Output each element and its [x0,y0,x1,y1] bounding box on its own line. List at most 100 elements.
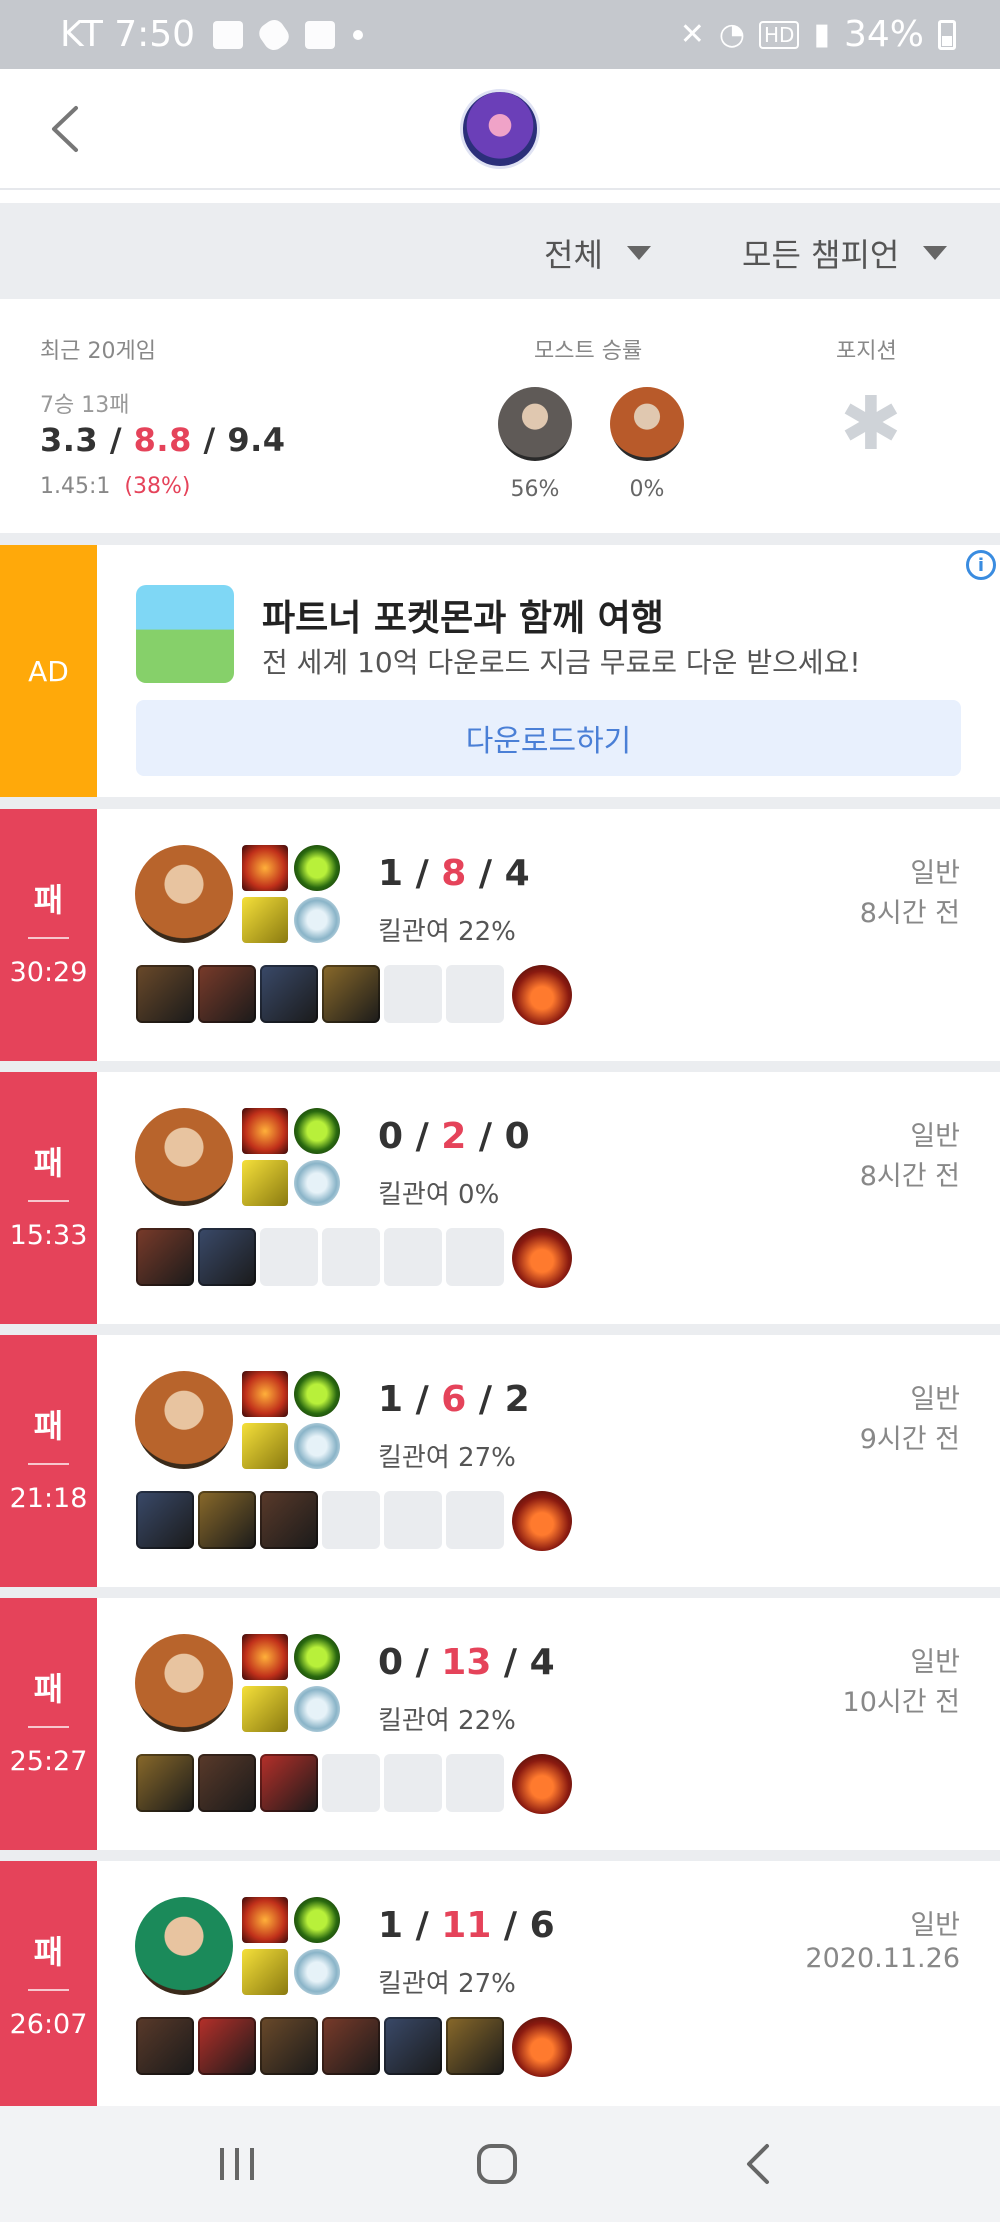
item-slot[interactable] [322,1228,380,1286]
champion-icon[interactable] [135,1108,233,1206]
match-kda: 1 / 11 / 6 [378,1905,555,1946]
item-slot[interactable] [384,1754,442,1812]
recent-apps-button[interactable] [207,2134,267,2194]
match-duration: 15:33 [9,1220,88,1251]
kill-participation: 킬관여 22% [378,1706,516,1736]
divider [0,1324,1000,1335]
home-icon [477,2144,517,2184]
champion-filter-dropdown[interactable]: 모든 챔피언 [742,230,948,276]
item-slot[interactable] [198,1491,256,1549]
item-slot[interactable] [446,2017,504,2075]
item-slot[interactable] [260,1491,318,1549]
champion-icon[interactable] [135,1897,233,1995]
divider [0,1587,1000,1598]
trinket-icon[interactable] [512,1754,572,1814]
system-back-button[interactable] [728,2134,788,2194]
kda-deaths: 8.8 [133,421,192,459]
winrate-value: (38%) [124,474,191,499]
item-slot[interactable] [384,965,442,1023]
divider [28,1726,69,1728]
item-slot[interactable] [198,965,256,1023]
notification-dot-icon [353,29,364,40]
queue-filter-label: 전체 [544,236,603,274]
item-slot[interactable] [446,1491,504,1549]
item-slot[interactable] [446,1228,504,1286]
item-slot[interactable] [384,1491,442,1549]
time-ago: 10시간 전 [842,1687,960,1718]
trinket-icon[interactable] [512,1228,572,1288]
kda-assists: 2 [504,1379,530,1420]
rune-secondary-icon [294,1160,340,1206]
info-icon[interactable]: i [966,550,996,580]
item-slot[interactable] [384,2017,442,2075]
item-slot[interactable] [260,1754,318,1812]
champion-icon[interactable] [135,1371,233,1469]
item-slot[interactable] [322,1754,380,1812]
ad-title[interactable]: 파트너 포켓몬과 함께 여행 [262,589,664,641]
profile-avatar[interactable] [460,89,540,169]
match-card[interactable]: 패 25:27 0 / 13 / 4 킬관여 22% 일반 10시간 전 [0,1598,1000,1850]
kda-kills: 0 [378,1116,404,1157]
system-nav-bar [0,2106,1000,2222]
home-button[interactable] [467,2134,527,2194]
kda-kills: 1 [378,1379,404,1420]
item-slot[interactable] [322,2017,380,2075]
item-slot[interactable] [260,1228,318,1286]
divider [28,1200,69,1202]
item-slot[interactable] [136,2017,194,2075]
divider [0,1061,1000,1072]
item-slot[interactable] [384,1228,442,1286]
status-carrier-time: KT 7:50 [60,14,196,55]
most-champion-2-icon[interactable] [610,387,684,461]
most-champion-1-icon[interactable] [498,387,572,461]
gallery-icon [213,20,244,49]
ad-download-button[interactable]: 다운로드하기 [136,700,961,776]
trinket-icon[interactable] [512,965,572,1025]
queue-filter-dropdown[interactable]: 전체 [544,230,651,276]
match-kda: 0 / 2 / 0 [378,1116,530,1157]
average-kda: 3.3 / 8.8 / 9.4 [40,421,286,459]
trinket-icon[interactable] [512,1491,572,1551]
champion-icon[interactable] [135,1634,233,1732]
kill-participation: 킬관여 22% [378,917,516,947]
champion-icon[interactable] [135,845,233,943]
kill-participation: 킬관여 27% [378,1969,516,1999]
trinket-icon[interactable] [512,2017,572,2077]
item-slot[interactable] [136,1228,194,1286]
back-button[interactable] [40,99,90,159]
match-result-sidebar: 패 21:18 [0,1335,97,1587]
item-slot[interactable] [322,1491,380,1549]
kda-deaths: 2 [441,1116,467,1157]
match-card[interactable]: 패 30:29 1 / 8 / 4 킬관여 22% 일반 8시간 전 [0,809,1000,1061]
item-slot[interactable] [260,2017,318,2075]
match-result: 패 [33,881,64,919]
kda-ratio-value: 1.45:1 [40,474,111,499]
ad-app-icon[interactable] [136,585,234,683]
match-result-sidebar: 패 15:33 [0,1072,97,1324]
item-slot[interactable] [322,965,380,1023]
match-card[interactable]: 패 21:18 1 / 6 / 2 킬관여 27% 일반 9시간 전 [0,1335,1000,1587]
mute-icon: ✕ [679,17,705,52]
item-slot[interactable] [446,965,504,1023]
item-slot[interactable] [198,1228,256,1286]
match-card[interactable]: 패 26:07 1 / 11 / 6 킬관여 27% 일반 2020.11.26 [0,1861,1000,2113]
match-card[interactable]: 패 15:33 0 / 2 / 0 킬관여 0% 일반 8시간 전 [0,1072,1000,1324]
kda-kills: 3.3 [40,421,99,459]
recent-apps-icon [220,2148,254,2180]
item-slot[interactable] [446,1754,504,1812]
item-slot[interactable] [198,1754,256,1812]
kda-kills: 1 [378,1905,404,1946]
item-slot[interactable] [260,965,318,1023]
hd-icon: HD [759,20,800,49]
item-slot[interactable] [198,2017,256,2075]
game-mode: 일반 [910,1121,960,1152]
item-slot[interactable] [136,965,194,1023]
spell-flash-icon [242,1160,288,1206]
item-slot[interactable] [136,1491,194,1549]
item-slot[interactable] [136,1754,194,1812]
ad-banner[interactable]: AD i 파트너 포켓몬과 함께 여행 전 세계 10억 다운로드 지금 무료로… [0,545,1000,797]
game-mode: 일반 [910,1910,960,1941]
time-ago: 9시간 전 [859,1424,960,1455]
game-mode: 일반 [910,858,960,889]
ad-subtitle: 전 세계 10억 다운로드 지금 무료로 다운 받으세요! [262,646,861,679]
